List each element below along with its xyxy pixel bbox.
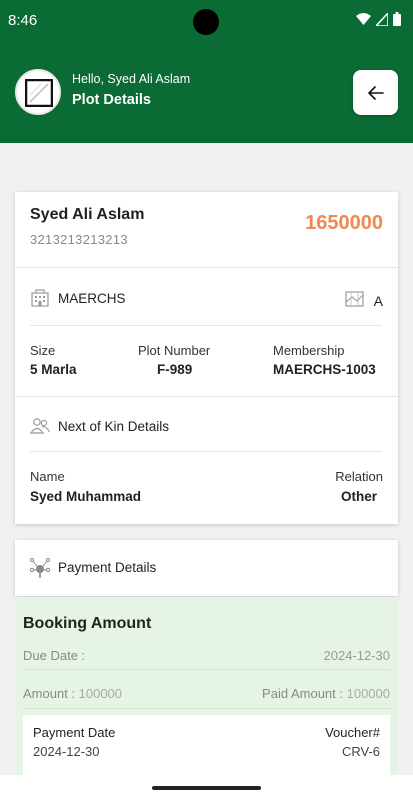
battery-icon — [393, 12, 401, 26]
payment-details-title: Payment Details — [58, 560, 157, 575]
avatar — [15, 69, 61, 115]
voucher-label: Voucher# — [325, 725, 380, 740]
paid-amount-row: Paid Amount : 100000 — [262, 686, 390, 701]
voucher-value: CRV-6 — [341, 744, 380, 759]
next-of-kin-title: Next of Kin Details — [58, 419, 170, 434]
payment-icon — [29, 557, 51, 578]
plot-number-label: Plot Number — [138, 343, 211, 358]
divider — [23, 708, 390, 709]
membership-label: Membership — [273, 343, 345, 358]
status-time: 8:46 — [8, 12, 38, 29]
greeting-text: Hello, Syed Ali Aslam — [72, 72, 191, 86]
due-date-label: Due Date : — [23, 648, 86, 663]
status-bar: 8:46 — [0, 0, 413, 44]
size-value: 5 Marla — [30, 362, 77, 377]
owner-cnic: 3213213213213 — [30, 232, 128, 247]
people-icon — [29, 418, 50, 434]
gesture-nav-bar — [0, 775, 413, 800]
kin-relation-value: Other — [340, 489, 377, 504]
block-value: A — [373, 293, 383, 309]
payment-date-value: 2024-12-30 — [33, 744, 100, 759]
society-name: MAERCHS — [58, 291, 126, 306]
plot-amount: 1650000 — [305, 212, 383, 234]
avatar-image-icon — [25, 79, 53, 107]
owner-name: Syed Ali Aslam — [30, 206, 145, 223]
divider — [15, 267, 398, 268]
booking-title: Booking Amount — [23, 615, 152, 632]
wifi-icon — [356, 12, 371, 25]
divider — [15, 396, 398, 397]
payment-date-label: Payment Date — [33, 725, 116, 740]
divider — [23, 669, 390, 670]
status-icons — [356, 12, 401, 26]
building-icon — [31, 289, 49, 307]
map-icon — [345, 291, 364, 307]
home-gesture-handle[interactable] — [152, 786, 261, 790]
signal-icon — [376, 12, 388, 26]
page-title: Plot Details — [72, 92, 151, 108]
back-arrow-icon — [367, 85, 384, 100]
membership-value: MAERCHS-1003 — [273, 362, 376, 377]
back-button[interactable] — [353, 70, 398, 115]
paid-amount-label: Paid Amount : — [262, 686, 347, 701]
size-label: Size — [30, 343, 56, 358]
payment-details-header: Payment Details — [15, 540, 398, 596]
kin-relation-label: Relation — [335, 469, 383, 484]
kin-name-value: Syed Muhammad — [30, 489, 142, 504]
due-date-value: 2024-12-30 — [323, 648, 391, 663]
amount-label: Amount : — [23, 686, 79, 701]
amount-value: 100000 — [78, 686, 123, 701]
amount-row: Amount : 100000 — [23, 686, 122, 701]
app-header: Hello, Syed Ali Aslam Plot Details — [0, 44, 413, 143]
booking-amount-card: Booking Amount Due Date : 2024-12-30 Amo… — [15, 597, 398, 800]
divider — [30, 451, 382, 452]
paid-amount-value: 100000 — [346, 686, 390, 701]
divider — [30, 325, 382, 326]
kin-name-label: Name — [30, 469, 65, 484]
camera-cutout — [193, 9, 219, 35]
plot-number-value: F-989 — [157, 362, 193, 377]
plot-owner-card: Syed Ali Aslam 3213213213213 1650000 MAE… — [15, 192, 398, 524]
